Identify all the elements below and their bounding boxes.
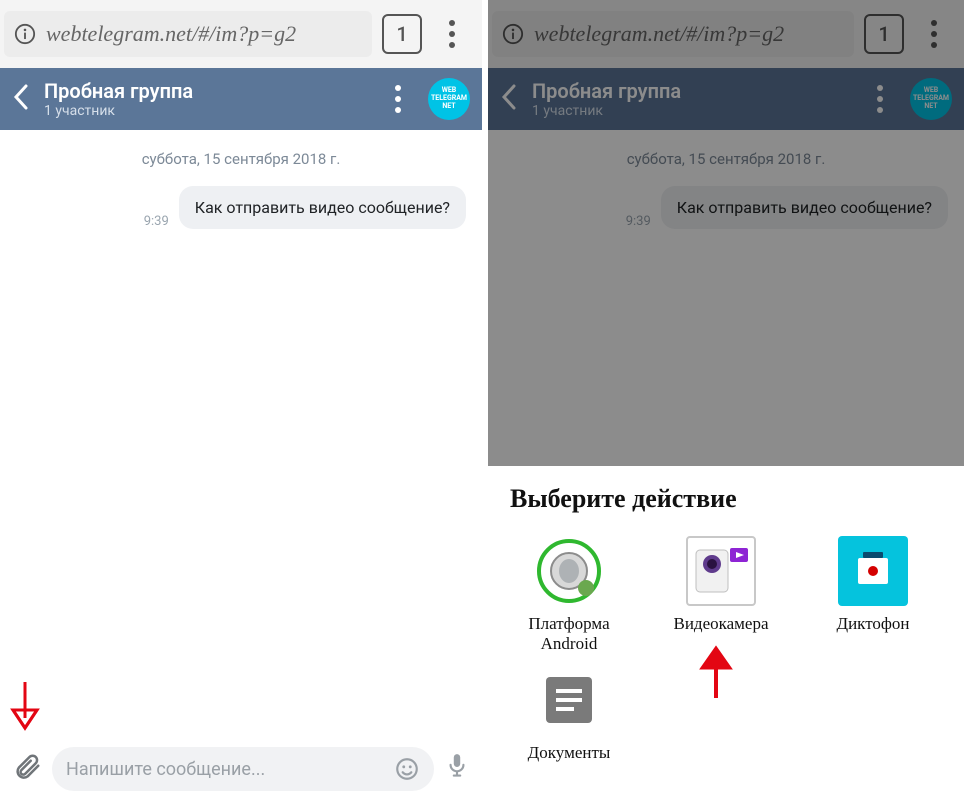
sheet-item-video-camera[interactable]: Видеокамера — [662, 536, 780, 653]
back-button[interactable] — [500, 82, 522, 116]
annotation-arrow-attach — [8, 680, 42, 740]
sheet-title: Выберите действие — [510, 484, 942, 514]
sheet-item-voice-recorder[interactable]: Диктофон — [814, 536, 932, 653]
documents-icon — [534, 665, 604, 735]
tab-switcher[interactable]: 1 — [382, 14, 422, 54]
chat-title-block[interactable]: Пробная группа 1 участник — [532, 79, 850, 119]
tab-switcher[interactable]: 1 — [864, 14, 904, 54]
sheet-item-label: Диктофон — [836, 614, 909, 634]
attach-button[interactable] — [12, 752, 42, 786]
message-bubble[interactable]: Как отправить видео сообщение? — [661, 186, 948, 229]
chat-title-block[interactable]: Пробная группа 1 участник — [44, 79, 368, 119]
url-text: webtelegram.net/#/im?p=g2 — [534, 21, 784, 47]
sheet-item-android-platform[interactable]: Платформа Android — [510, 536, 628, 653]
voice-button[interactable] — [444, 752, 470, 786]
paperclip-icon — [12, 752, 42, 782]
chat-header: Пробная группа 1 участник WEB TELEGRAM N… — [0, 68, 482, 130]
chevron-left-icon — [12, 82, 32, 112]
message-row: 9:39 Как отправить видео сообщение? — [16, 186, 466, 229]
message-time: 9:39 — [144, 214, 169, 229]
chat-body: суббота, 15 сентября 2018 г. 9:39 Как от… — [0, 130, 482, 239]
back-button[interactable] — [12, 82, 34, 116]
compose-field[interactable]: Напишите сообщение... — [52, 747, 434, 791]
browser-menu-icon[interactable] — [432, 20, 472, 48]
annotation-arrow-camera — [696, 644, 736, 702]
chat-subtitle: 1 участник — [532, 103, 850, 119]
left-screenshot: webtelegram.net/#/im?p=g2 1 Пробная груп… — [0, 0, 482, 800]
message-row: 9:39 Как отправить видео сообщение? — [504, 186, 948, 229]
message-time: 9:39 — [626, 214, 651, 229]
chat-title: Пробная группа — [532, 79, 850, 103]
android-platform-icon — [534, 536, 604, 606]
sheet-item-documents[interactable]: Документы — [510, 665, 628, 763]
microphone-icon — [444, 752, 470, 782]
emoji-icon[interactable] — [394, 756, 420, 782]
url-text: webtelegram.net/#/im?p=g2 — [46, 21, 296, 47]
action-sheet: Выберите действие Платформа Android Виде… — [488, 466, 964, 800]
info-icon — [14, 23, 36, 45]
browser-menu-icon[interactable] — [914, 20, 954, 48]
compose-bar: Напишите сообщение... — [0, 738, 482, 800]
avatar[interactable]: WEB TELEGRAM NET — [910, 78, 952, 120]
sheet-item-label: Документы — [528, 743, 611, 763]
chat-body: суббота, 15 сентября 2018 г. 9:39 Как от… — [488, 130, 964, 239]
video-camera-icon — [686, 536, 756, 606]
browser-bar: webtelegram.net/#/im?p=g2 1 — [488, 0, 964, 68]
message-bubble[interactable]: Как отправить видео сообщение? — [179, 186, 466, 229]
right-screenshot: webtelegram.net/#/im?p=g2 1 Пробная груп… — [482, 0, 964, 800]
date-separator: суббота, 15 сентября 2018 г. — [504, 150, 948, 168]
compose-placeholder: Напишите сообщение... — [66, 759, 384, 780]
chat-menu-icon[interactable] — [378, 85, 418, 113]
chat-subtitle: 1 участник — [44, 103, 368, 119]
info-icon — [502, 23, 524, 45]
avatar[interactable]: WEB TELEGRAM NET — [428, 78, 470, 120]
sheet-item-label: Платформа Android — [510, 614, 628, 653]
date-separator: суббота, 15 сентября 2018 г. — [16, 150, 466, 168]
browser-bar: webtelegram.net/#/im?p=g2 1 — [0, 0, 482, 68]
sheet-item-label: Видеокамера — [673, 614, 768, 634]
chat-menu-icon[interactable] — [860, 85, 900, 113]
url-field[interactable]: webtelegram.net/#/im?p=g2 — [492, 11, 854, 57]
url-field[interactable]: webtelegram.net/#/im?p=g2 — [4, 11, 372, 57]
chevron-left-icon — [500, 82, 520, 112]
chat-title: Пробная группа — [44, 79, 368, 103]
chat-header: Пробная группа 1 участник WEB TELEGRAM N… — [488, 68, 964, 130]
voice-recorder-icon — [838, 536, 908, 606]
